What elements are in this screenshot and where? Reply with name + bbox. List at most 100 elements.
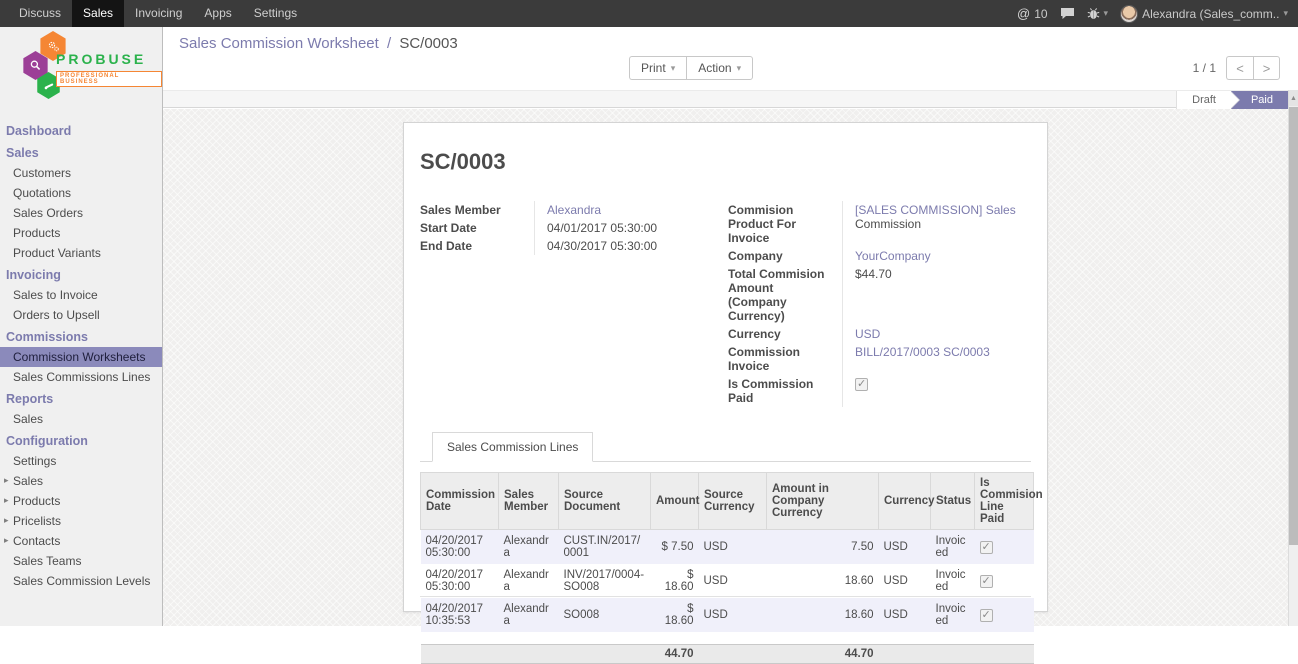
line-paid-checkbox[interactable] (980, 575, 993, 588)
sidebar-item-customers[interactable]: Customers (0, 163, 162, 183)
print-button[interactable]: Print ▾ (629, 56, 686, 80)
sidebar-item-sales-commissions-lines[interactable]: Sales Commissions Lines (0, 367, 162, 387)
sidebar-item-config-products[interactable]: ▸Products (0, 491, 162, 511)
field-value-commission-product-rest: Commission (855, 217, 921, 231)
logo-text: PROBUSE PROFESSIONAL BUSINESS (56, 51, 162, 88)
expand-arrow-icon: ▸ (4, 535, 9, 546)
sidebar-item-label: Products (13, 494, 60, 508)
chevron-down-icon: ▾ (1104, 8, 1109, 19)
expand-arrow-icon: ▸ (4, 475, 9, 486)
cell-amount: $ 7.50 (651, 530, 699, 565)
table-row[interactable]: 04/20/2017 05:30:00 Alexandra INV/2017/0… (421, 564, 1034, 598)
col-commission-date: Commission Date (421, 473, 499, 530)
field-value-commission-product-link[interactable]: [SALES COMMISSION] Sales (855, 203, 1016, 217)
sidebar-item-commission-worksheets[interactable]: Commission Worksheets (0, 347, 162, 367)
top-menu-list: Discuss Sales Invoicing Apps Settings (0, 0, 308, 27)
field-value-end-date: 04/30/2017 05:30:00 (534, 237, 710, 255)
sidebar-item-quotations[interactable]: Quotations (0, 183, 162, 203)
table-row[interactable]: 04/20/2017 10:35:53 Alexandra SO008 $ 18… (421, 598, 1034, 632)
breadcrumb-parent-link[interactable]: Sales Commission Worksheet (179, 35, 379, 52)
sidebar-item-sales-to-invoice[interactable]: Sales to Invoice (0, 285, 162, 305)
sidebar-section-dashboard[interactable]: Dashboard (0, 119, 162, 141)
field-label-start-date: Start Date (420, 219, 534, 237)
cell-date: 04/20/2017 05:30:00 (421, 530, 499, 565)
tab-sales-commission-lines[interactable]: Sales Commission Lines (432, 432, 593, 462)
cell-source: SO008 (559, 598, 651, 632)
topbar-right: @ 10 ▾ Alexandra (Sales_comm.. (1017, 0, 1298, 27)
line-paid-checkbox[interactable] (980, 609, 993, 622)
user-menu[interactable]: Alexandra (Sales_comm.. ▾ (1120, 5, 1288, 23)
mentions-button[interactable]: @ 10 (1017, 6, 1048, 21)
field-label-commission-invoice: Commission Invoice (728, 343, 842, 375)
field-label-commission-product: Commision Product For Invoice (728, 201, 842, 247)
nav-sales[interactable]: Sales (72, 0, 124, 27)
table-header-row: Commission Date Sales Member Source Docu… (421, 473, 1034, 530)
field-label-company: Company (728, 247, 842, 265)
table-spacer-row (421, 632, 1034, 644)
sidebar-item-config-sales[interactable]: ▸ Sales (0, 471, 162, 491)
debug-menu-button[interactable]: ▾ (1087, 7, 1109, 20)
action-button[interactable]: Action ▾ (686, 56, 753, 80)
sidebar-item-product-variants[interactable]: Product Variants (0, 243, 162, 263)
sidebar-item-orders-to-upsell[interactable]: Orders to Upsell (0, 305, 162, 325)
cell-member: Alexandra (499, 564, 559, 598)
field-value-start-date: 04/01/2017 05:30:00 (534, 219, 710, 237)
avatar (1120, 5, 1138, 23)
sidebar-item-sales-teams[interactable]: Sales Teams (0, 551, 162, 571)
sidebar-item-sales-orders[interactable]: Sales Orders (0, 203, 162, 223)
scroll-up-button[interactable]: ▲ (1289, 90, 1298, 106)
cell-line-paid (975, 530, 1034, 565)
line-paid-checkbox[interactable] (980, 541, 993, 554)
cell-source: CUST.IN/2017/0001 (559, 530, 651, 565)
sidebar-section-invoicing[interactable]: Invoicing (0, 263, 162, 285)
sidebar-item-sales-commission-levels[interactable]: Sales Commission Levels (0, 571, 162, 591)
cell-status: Invoiced (931, 530, 975, 565)
field-value-currency[interactable]: USD (855, 327, 880, 341)
record-title: SC/0003 (420, 149, 1031, 175)
chevron-down-icon: ▾ (737, 63, 742, 74)
sidebar-section-reports[interactable]: Reports (0, 387, 162, 409)
pager-previous-button[interactable]: < (1226, 56, 1253, 80)
sidebar-section-commissions[interactable]: Commissions (0, 325, 162, 347)
logo-subtitle: PROFESSIONAL BUSINESS (56, 71, 162, 87)
field-value-company[interactable]: YourCompany (855, 249, 931, 263)
field-label-end-date: End Date (420, 237, 534, 255)
scrollbar-thumb[interactable] (1289, 107, 1298, 545)
sidebar-item-products[interactable]: Products (0, 223, 162, 243)
sidebar: PROBUSE PROFESSIONAL BUSINESS Dashboard … (0, 27, 163, 626)
vertical-scrollbar[interactable]: ▲ (1288, 90, 1298, 626)
field-value-sales-member[interactable]: Alexandra (547, 203, 601, 217)
sidebar-item-settings[interactable]: Settings (0, 451, 162, 471)
nav-settings[interactable]: Settings (243, 0, 308, 27)
table-totals-row: 44.70 44.70 (421, 644, 1034, 663)
sidebar-item-label: Sales (13, 474, 43, 488)
nav-apps[interactable]: Apps (193, 0, 242, 27)
cell-source-currency: USD (699, 598, 767, 632)
cell-currency: USD (879, 598, 931, 632)
col-status: Status (931, 473, 975, 530)
statusbar: Draft Paid (163, 90, 1288, 108)
col-source-currency: Source Currency (699, 473, 767, 530)
main-area: Sales Commission Worksheet / SC/0003 Pri… (163, 27, 1298, 626)
cell-status: Invoiced (931, 564, 975, 598)
bug-icon (1087, 7, 1100, 20)
messages-button[interactable] (1060, 7, 1075, 20)
sidebar-section-configuration[interactable]: Configuration (0, 429, 162, 451)
sidebar-section-sales[interactable]: Sales (0, 141, 162, 163)
sidebar-item-reports-sales[interactable]: Sales (0, 409, 162, 429)
chevron-down-icon: ▾ (1283, 8, 1288, 19)
form-view-background: SC/0003 Sales Member Alexandra Start Dat… (163, 109, 1288, 626)
is-commission-paid-checkbox[interactable] (855, 378, 868, 391)
pager-next-button[interactable]: > (1253, 56, 1280, 80)
status-draft[interactable]: Draft (1176, 91, 1231, 109)
nav-discuss[interactable]: Discuss (8, 0, 72, 27)
print-label: Print (641, 61, 666, 75)
sidebar-item-config-pricelists[interactable]: ▸Pricelists (0, 511, 162, 531)
nav-invoicing[interactable]: Invoicing (124, 0, 193, 27)
cell-date: 04/20/2017 05:30:00 (421, 564, 499, 598)
table-row[interactable]: 04/20/2017 05:30:00 Alexandra CUST.IN/20… (421, 530, 1034, 565)
sidebar-item-config-contacts[interactable]: ▸Contacts (0, 531, 162, 551)
field-value-total-commission: $44.70 (842, 265, 1031, 325)
cell-amount: $ 18.60 (651, 598, 699, 632)
field-value-commission-invoice[interactable]: BILL/2017/0003 SC/0003 (855, 345, 990, 359)
